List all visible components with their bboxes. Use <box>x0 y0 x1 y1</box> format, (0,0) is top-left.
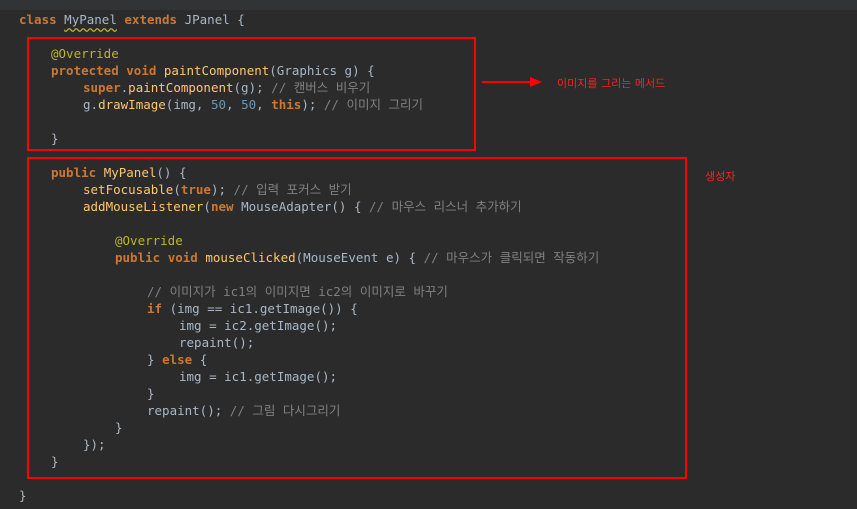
paint-method-note: 이미지를 그리는 메서드 <box>557 77 666 90</box>
open-brace: { <box>237 12 245 27</box>
constructor-note: 생성자 <box>705 170 736 183</box>
code-line-class-decl: class MyPanel extends JPanel { <box>19 11 245 28</box>
constructor-highlight-box <box>27 157 687 479</box>
class-name: MyPanel <box>64 12 117 27</box>
keyword-extends: extends <box>124 12 178 27</box>
paint-method-highlight-box <box>27 37 476 151</box>
parent-class-name: JPanel <box>184 12 230 27</box>
keyword-class: class <box>19 12 57 27</box>
arrow-right-icon <box>482 77 542 87</box>
close-brace: } <box>19 488 27 503</box>
code-line-close-class: } <box>19 487 27 504</box>
